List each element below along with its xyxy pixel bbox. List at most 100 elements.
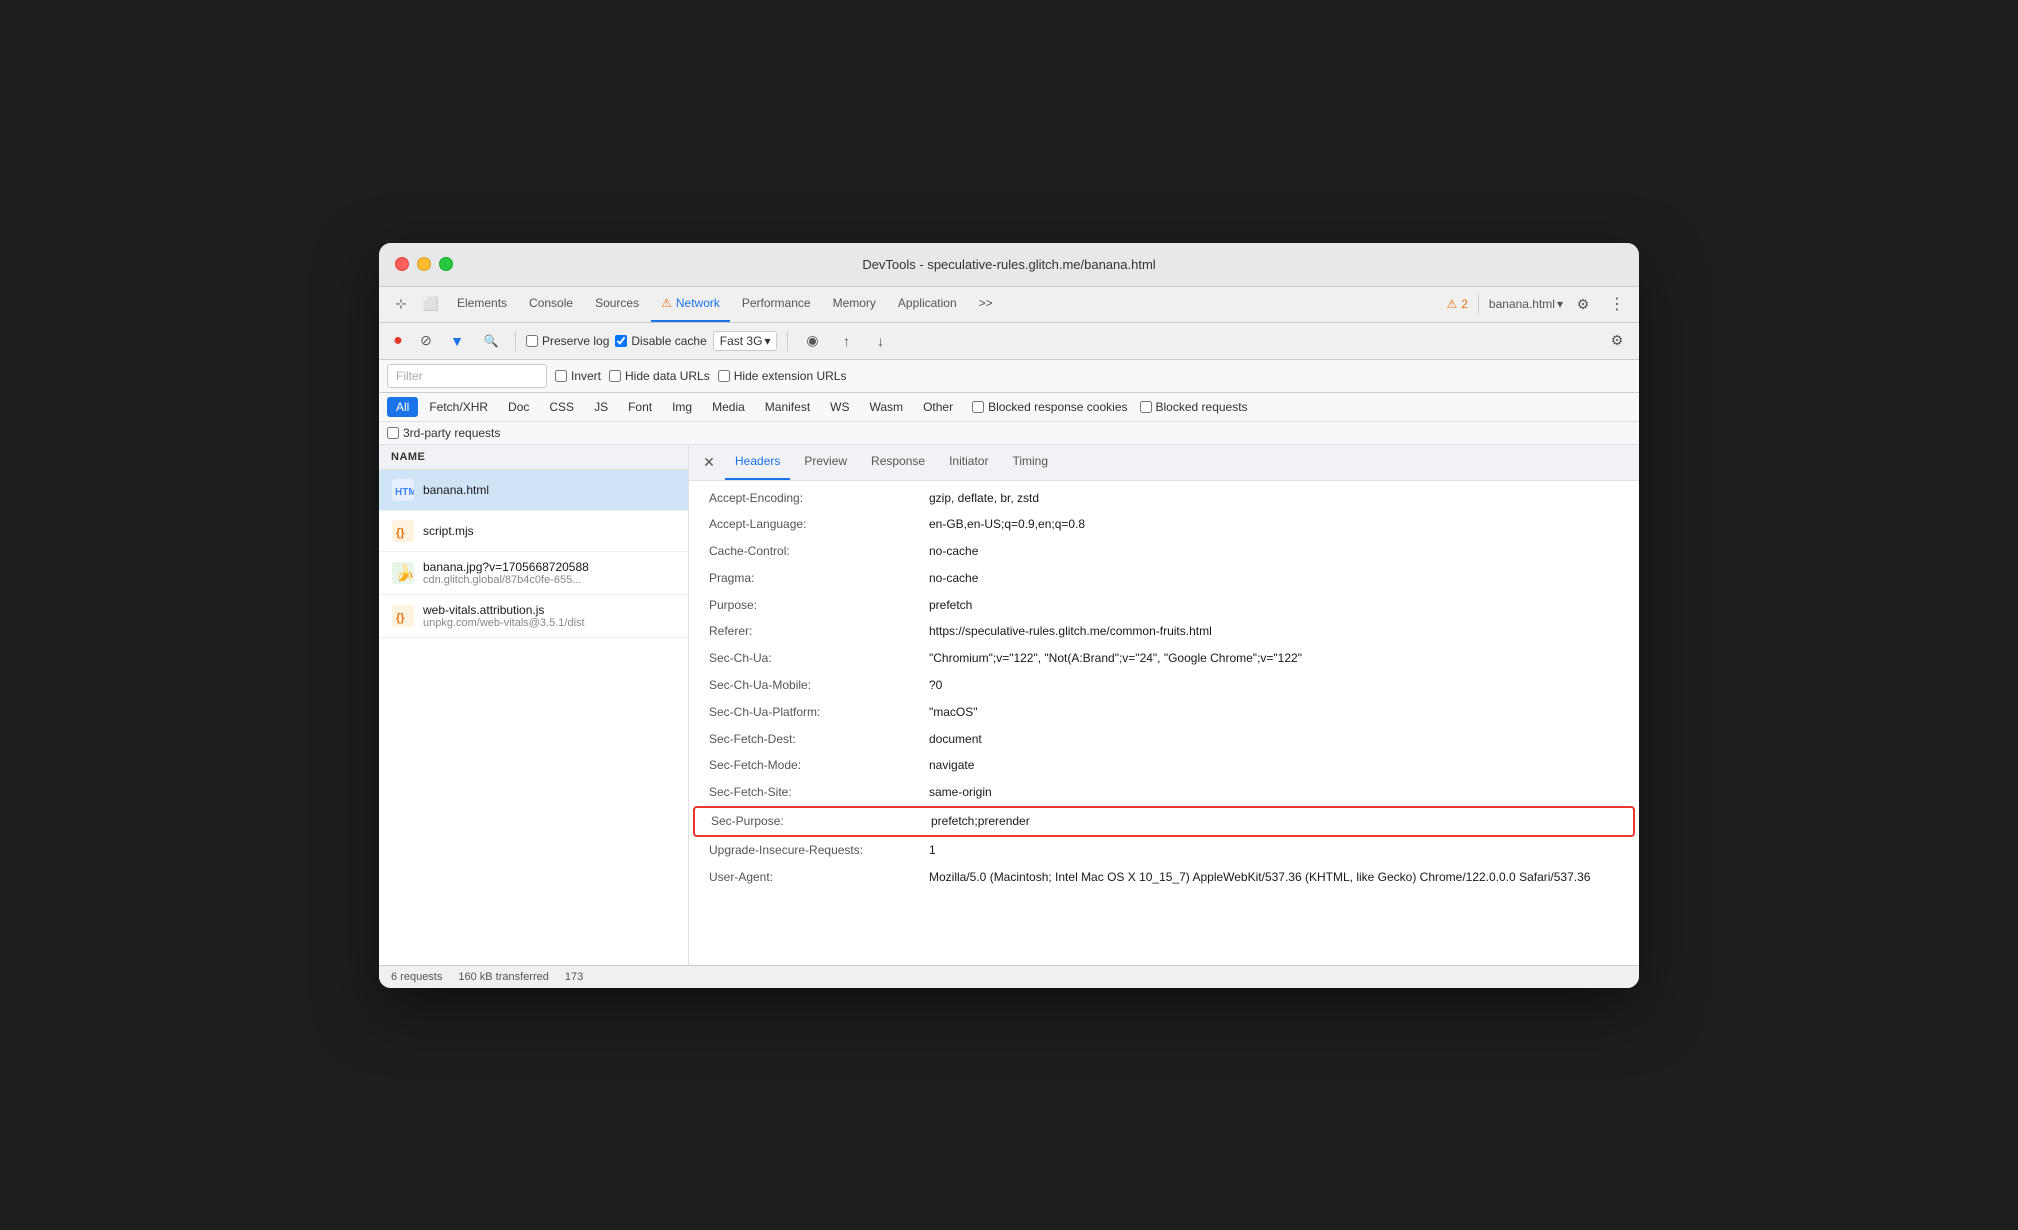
file-list-panel: Name HTML banana.html: [379, 445, 689, 965]
filter-tab-doc[interactable]: Doc: [499, 397, 538, 417]
hide-data-urls-label[interactable]: Hide data URLs: [609, 369, 710, 383]
filter-tab-font-label: Font: [628, 400, 652, 414]
filter-tab-media[interactable]: Media: [703, 397, 754, 417]
header-name: Purpose:: [709, 597, 929, 614]
header-value: gzip, deflate, br, zstd: [929, 490, 1039, 507]
blocked-requests-label[interactable]: Blocked requests: [1140, 400, 1248, 414]
titlebar: DevTools - speculative-rules.glitch.me/b…: [379, 243, 1639, 287]
tab-performance[interactable]: Performance: [732, 286, 821, 322]
filter-tab-ws[interactable]: WS: [821, 397, 858, 417]
blocked-response-cookies-text: Blocked response cookies: [988, 400, 1127, 414]
headers-tab-initiator[interactable]: Initiator: [939, 444, 998, 480]
filter-tab-fetch-xhr[interactable]: Fetch/XHR: [420, 397, 497, 417]
headers-tab-initiator-label: Initiator: [949, 454, 988, 468]
filter-tab-wasm[interactable]: Wasm: [861, 397, 913, 417]
disable-cache-checkbox[interactable]: [615, 335, 627, 347]
devtools-settings-button[interactable]: ⚙: [1569, 290, 1597, 318]
headers-tab-response-label: Response: [871, 454, 925, 468]
hide-extension-urls-label[interactable]: Hide extension URLs: [718, 369, 847, 383]
tab-elements[interactable]: Elements: [447, 286, 517, 322]
header-name: Accept-Language:: [709, 516, 929, 533]
close-button[interactable]: [395, 257, 409, 271]
record-button[interactable]: ●: [387, 330, 409, 352]
filter-tab-css[interactable]: CSS: [540, 397, 583, 417]
tab-network[interactable]: ⚠ Network: [651, 286, 730, 322]
filter-tab-manifest[interactable]: Manifest: [756, 397, 819, 417]
page-selector-button[interactable]: banana.html ▾: [1489, 297, 1563, 311]
preserve-log-checkbox[interactable]: [526, 335, 538, 347]
tab-application[interactable]: Application: [888, 286, 967, 322]
tab-memory[interactable]: Memory: [823, 286, 886, 322]
filter-tab-img[interactable]: Img: [663, 397, 701, 417]
device-toolbar-button[interactable]: ⬜: [417, 290, 445, 318]
filter-tab-all-label: All: [396, 400, 409, 414]
blocked-response-cookies-checkbox[interactable]: [972, 401, 984, 413]
header-name: Sec-Fetch-Dest:: [709, 731, 929, 748]
hide-data-urls-text: Hide data URLs: [625, 369, 710, 383]
filter-tab-css-label: CSS: [549, 400, 574, 414]
tab-console[interactable]: Console: [519, 286, 583, 322]
filter-tab-font[interactable]: Font: [619, 397, 661, 417]
header-value: prefetch;prerender: [931, 813, 1030, 830]
file-info-banana-html: banana.html: [423, 483, 676, 497]
filter-tab-all[interactable]: All: [387, 397, 418, 417]
hide-extension-urls-checkbox[interactable]: [718, 370, 730, 382]
headers-close-button[interactable]: ✕: [697, 450, 721, 474]
header-name: Sec-Fetch-Mode:: [709, 757, 929, 774]
headers-tab-preview[interactable]: Preview: [794, 444, 857, 480]
file-url-web-vitals-js: unpkg.com/web-vitals@3.5.1/dist: [423, 617, 676, 629]
download-icon-button[interactable]: ↓: [866, 327, 894, 355]
blocked-requests-checkbox[interactable]: [1140, 401, 1152, 413]
blocked-response-cookies-label[interactable]: Blocked response cookies: [972, 400, 1127, 414]
preserve-log-label[interactable]: Preserve log: [526, 334, 609, 348]
search-button[interactable]: 🔍: [477, 327, 505, 355]
filter-tab-fetch-xhr-label: Fetch/XHR: [429, 400, 488, 414]
upload-icon: ↑: [843, 333, 850, 349]
header-name: Referer:: [709, 623, 929, 640]
hide-data-urls-checkbox[interactable]: [609, 370, 621, 382]
svg-text:🍌: 🍌: [395, 563, 414, 582]
tab-sources[interactable]: Sources: [585, 286, 649, 322]
filter-button[interactable]: ▼: [443, 327, 471, 355]
file-item-script-mjs[interactable]: {} script.mjs: [379, 511, 688, 552]
headers-tab-response[interactable]: Response: [861, 444, 935, 480]
clear-button[interactable]: ⊘: [415, 330, 437, 352]
filter-tab-ws-label: WS: [830, 400, 849, 414]
invert-label[interactable]: Invert: [555, 369, 601, 383]
more-options-button[interactable]: ⋮: [1603, 290, 1631, 318]
filter-input[interactable]: [387, 364, 547, 388]
throttle-label: Fast 3G: [720, 334, 763, 348]
headers-tab-headers[interactable]: Headers: [725, 444, 790, 480]
img-file-icon: 🍌: [391, 561, 415, 585]
throttle-selector[interactable]: Fast 3G ▾: [713, 331, 778, 351]
filter-tab-other[interactable]: Other: [914, 397, 962, 417]
disable-cache-label[interactable]: Disable cache: [615, 334, 706, 348]
filter-icon: ▼: [450, 333, 464, 349]
third-party-label[interactable]: 3rd-party requests: [387, 426, 500, 440]
file-item-banana-html[interactable]: HTML banana.html: [379, 470, 688, 511]
page-selector-label: banana.html: [1489, 297, 1555, 311]
fullscreen-button[interactable]: [439, 257, 453, 271]
record-icon: ●: [393, 332, 403, 350]
network-settings-button[interactable]: ⚙: [1603, 327, 1631, 355]
headers-tab-timing[interactable]: Timing: [1002, 444, 1058, 480]
upload-icon-button[interactable]: ↑: [832, 327, 860, 355]
inspect-element-button[interactable]: ⊹: [387, 290, 415, 318]
minimize-button[interactable]: [417, 257, 431, 271]
wifi-icon-button[interactable]: ◉: [798, 327, 826, 355]
preserve-log-text: Preserve log: [542, 334, 609, 348]
tab-more[interactable]: >>: [969, 286, 1003, 322]
file-item-web-vitals-js[interactable]: {} web-vitals.attribution.js unpkg.com/w…: [379, 595, 688, 638]
file-info-script-mjs: script.mjs: [423, 524, 676, 538]
top-toolbar: ⊹ ⬜ Elements Console Sources ⚠ Network P…: [379, 287, 1639, 323]
file-item-banana-jpg[interactable]: 🍌 banana.jpg?v=1705668720588 cdn.glitch.…: [379, 552, 688, 595]
warning-badge-button[interactable]: ⚠ 2: [1446, 297, 1467, 311]
filter-tab-js[interactable]: JS: [585, 397, 617, 417]
main-content: Name HTML banana.html: [379, 445, 1639, 965]
file-name-script-mjs: script.mjs: [423, 524, 676, 538]
header-row: Sec-Ch-Ua:"Chromium";v="122", "Not(A:Bra…: [693, 645, 1635, 672]
invert-checkbox[interactable]: [555, 370, 567, 382]
third-party-checkbox[interactable]: [387, 427, 399, 439]
devtools-content: ⊹ ⬜ Elements Console Sources ⚠ Network P…: [379, 287, 1639, 988]
header-row: Sec-Fetch-Dest:document: [693, 726, 1635, 753]
